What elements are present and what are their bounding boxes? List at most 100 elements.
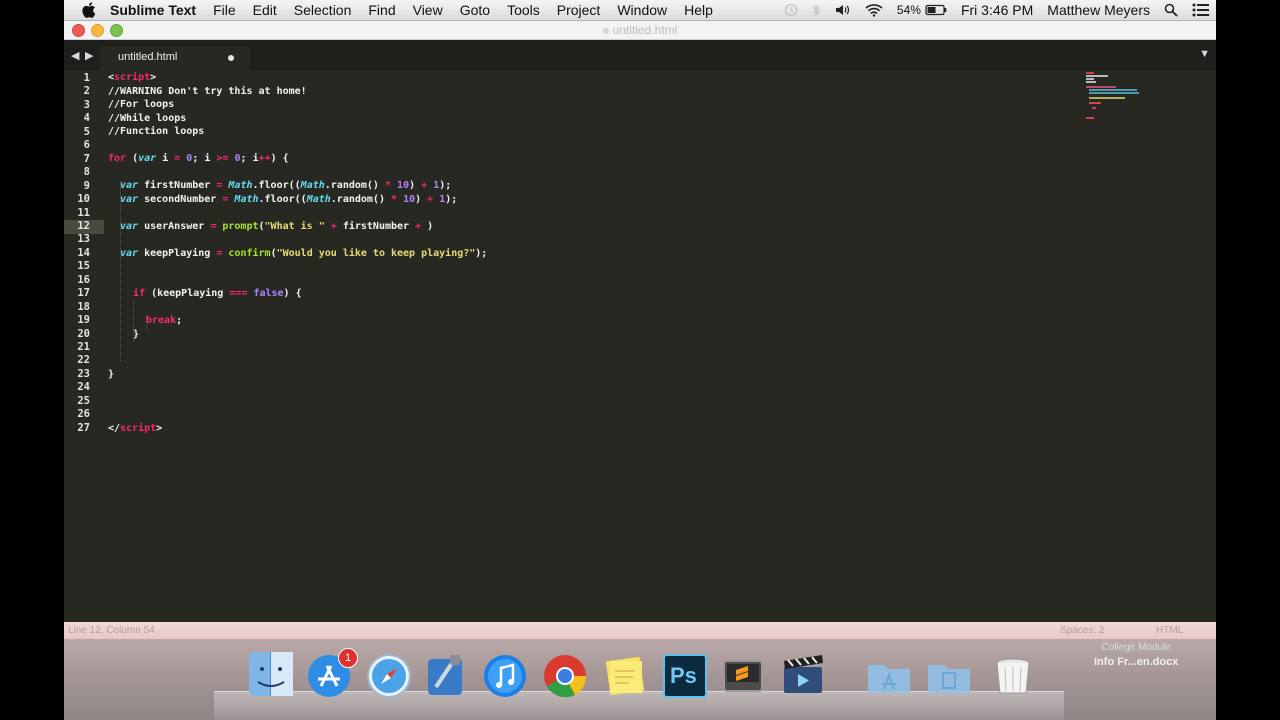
video-editor-icon[interactable] — [778, 649, 828, 699]
app-store-badge: 1 — [338, 648, 358, 668]
menu-edit[interactable]: Edit — [253, 2, 277, 18]
code-line-5: //Function loops — [108, 126, 204, 137]
token: .random() — [324, 180, 385, 191]
token: } — [133, 329, 140, 340]
token-keyword: if — [133, 288, 146, 299]
token-constant: false — [253, 288, 284, 299]
notification-center-icon[interactable] — [1192, 3, 1210, 17]
minimap-line — [1086, 78, 1094, 80]
token: ); — [439, 180, 452, 191]
token: ; i — [192, 153, 217, 164]
documents-folder-icon[interactable] — [924, 649, 974, 699]
spotlight-search-icon[interactable] — [1164, 3, 1178, 17]
minimap-line — [1086, 117, 1094, 119]
menu-help[interactable]: Help — [684, 2, 713, 18]
menubar-user[interactable]: Matthew Meyers — [1047, 2, 1150, 18]
photoshop-icon[interactable]: Ps — [660, 649, 710, 699]
line-number: 17 — [77, 287, 90, 300]
token-builtin: Math — [306, 194, 331, 205]
wifi-icon[interactable] — [865, 3, 883, 17]
chrome-icon[interactable] — [540, 649, 590, 699]
menu-goto[interactable]: Goto — [460, 2, 490, 18]
screen: Sublime Text File Edit Selection Find Vi… — [64, 0, 1216, 720]
battery-percentage: 54% — [896, 3, 921, 17]
sublime-text-icon[interactable] — [718, 649, 768, 699]
line-number: 11 — [77, 206, 90, 219]
token: } — [108, 369, 115, 380]
line-number: 8 — [83, 166, 90, 179]
menu-find[interactable]: Find — [368, 2, 395, 18]
line-number: 21 — [77, 341, 90, 353]
bluetooth-icon[interactable] — [812, 3, 821, 17]
menu-view[interactable]: View — [413, 2, 443, 18]
token: .floor(( — [252, 180, 301, 191]
xcode-icon[interactable] — [422, 649, 472, 699]
token: firstNumber — [336, 221, 416, 232]
line-number: 16 — [77, 273, 90, 286]
token: ) { — [283, 288, 302, 299]
line-number: 10 — [77, 193, 90, 206]
code-line-14: var keepPlaying = confirm("Would you lik… — [120, 248, 487, 259]
finder-icon[interactable] — [246, 649, 296, 699]
minimap-line — [1086, 86, 1116, 88]
token: ) — [421, 221, 434, 232]
token-keyword: for — [108, 153, 127, 164]
tab-nav-left-icon[interactable]: ◀ — [71, 49, 79, 62]
syntax-selector[interactable]: HTML — [1156, 625, 1183, 636]
line-number: 25 — [77, 394, 90, 407]
app-menu-sublime-text[interactable]: Sublime Text — [110, 2, 196, 18]
code-line-3: //For loops — [108, 99, 174, 110]
status-bar: Line 12, Column 54 Spaces: 2 HTML — [64, 622, 1216, 639]
line-number-gutter: 1 2 3 4 5 6 7 8 9 10 11 12 13 14 15 16 17 18 19 20 21 22 23 24 2… — [64, 70, 104, 622]
volume-icon[interactable] — [835, 3, 851, 17]
token-number: 10 — [403, 194, 416, 205]
stickies-icon[interactable] — [600, 649, 650, 699]
token: ); — [445, 194, 458, 205]
apple-icon[interactable] — [82, 2, 96, 18]
line-number: 2 — [83, 85, 90, 98]
token-comment: //While loops — [108, 113, 187, 124]
minimap[interactable] — [1086, 72, 1146, 124]
menu-project[interactable]: Project — [557, 2, 601, 18]
time-machine-icon[interactable] — [784, 3, 798, 17]
tab-untitled-html[interactable]: untitled.html — [100, 46, 250, 70]
token-comment: //WARNING Don't try this at home! — [108, 86, 307, 97]
token: ( — [126, 153, 139, 164]
desktop-file-label[interactable]: College Module Info Fr...en.docx — [1094, 641, 1178, 669]
token: keepPlaying — [138, 248, 217, 259]
token-operator: === — [229, 288, 248, 299]
tab-dropdown-icon[interactable]: ▼ — [1199, 48, 1210, 60]
trash-icon[interactable] — [988, 649, 1038, 699]
itunes-icon[interactable] — [480, 649, 530, 699]
tab-modified-dot-icon[interactable] — [228, 55, 234, 61]
applications-folder-icon[interactable] — [864, 649, 914, 699]
token-string: "Would you like to keep playing?" — [276, 248, 476, 259]
token: ; — [176, 315, 183, 326]
menu-file[interactable]: File — [213, 2, 236, 18]
menu-selection[interactable]: Selection — [294, 2, 352, 18]
line-number: 5 — [83, 125, 90, 138]
tab-nav-right-icon[interactable]: ▶ — [85, 49, 93, 62]
code-line-23: } — [108, 369, 114, 380]
token-storage: var — [138, 153, 157, 164]
minimap-line — [1089, 89, 1137, 91]
token-storage: var — [120, 221, 139, 232]
token-comment: //For loops — [108, 99, 175, 110]
line-number: 27 — [77, 421, 90, 434]
token-tag: script — [114, 72, 151, 83]
token: .floor(( — [258, 194, 307, 205]
menubar-clock[interactable]: Fri 3:46 PM — [961, 2, 1033, 18]
menu-tools[interactable]: Tools — [507, 2, 540, 18]
token: > — [150, 72, 157, 83]
cursor-position: Line 12, Column 54 — [68, 625, 155, 636]
line-number: 22 — [77, 354, 90, 367]
window-title-text: untitled.html — [612, 23, 678, 37]
indentation-setting[interactable]: Spaces: 2 — [1060, 625, 1104, 636]
minimap-line — [1086, 72, 1094, 74]
code-editor[interactable]: 1 2 3 4 5 6 7 8 9 10 11 12 13 14 15 16 17 18 19 20 21 22 23 24 2… — [64, 70, 1216, 622]
safari-icon[interactable] — [364, 649, 414, 699]
token-builtin: Math — [234, 194, 259, 205]
menu-window[interactable]: Window — [617, 2, 667, 18]
battery-icon[interactable] — [925, 4, 947, 16]
token-function: prompt — [222, 221, 259, 232]
